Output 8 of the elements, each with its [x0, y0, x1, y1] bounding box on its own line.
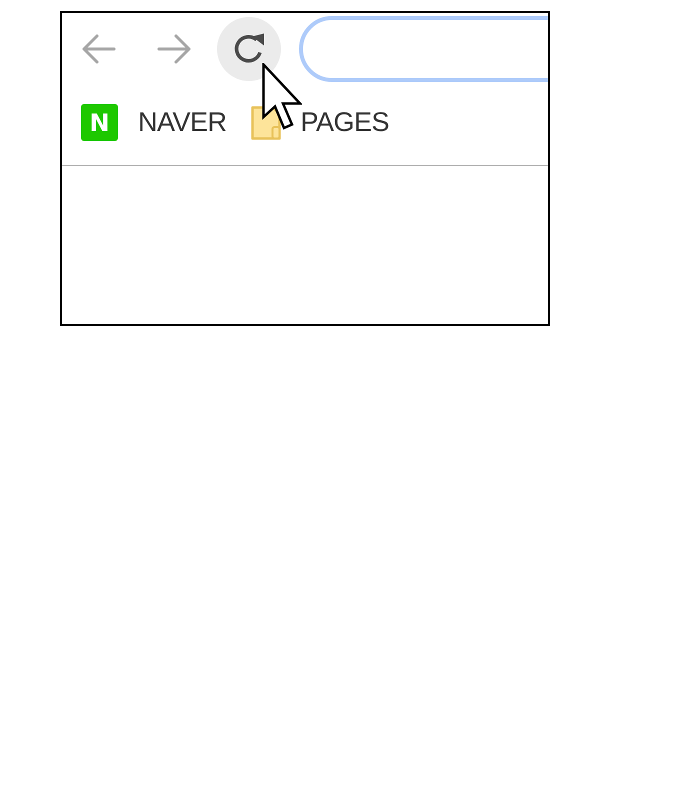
address-bar[interactable]	[299, 16, 548, 82]
cursor-icon	[262, 63, 302, 130]
forward-arrow-icon	[157, 34, 191, 64]
back-arrow-icon	[82, 34, 116, 64]
reload-icon	[233, 33, 265, 65]
letter-logo: N	[81, 104, 118, 141]
bookmark-link[interactable]: NAVER	[138, 109, 227, 136]
bookmark-link[interactable]: PAGES	[300, 109, 390, 136]
